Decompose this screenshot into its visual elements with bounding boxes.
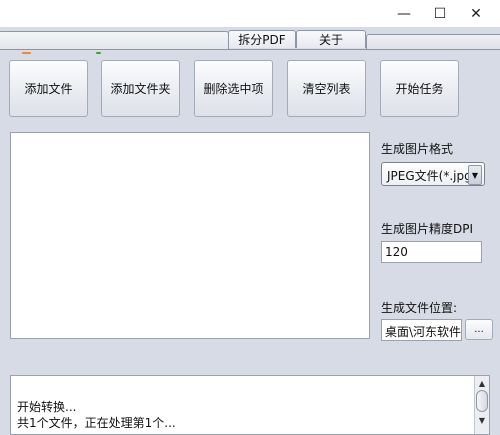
tab-main[interactable] [0,31,229,49]
log-line: 共1个文件，正在处理第1个... [17,416,176,430]
tab-overflow [366,34,500,49]
log-scrollbar[interactable]: ▲ ▼ [474,376,489,434]
maximize-icon[interactable]: ☐ [422,0,458,27]
format-select[interactable]: JPEG文件(*.jpg) ▼ [381,162,485,186]
tab-split-pdf[interactable]: 拆分PDF [228,30,296,48]
close-icon[interactable]: ✕ [458,0,494,27]
file-list[interactable] [10,132,370,339]
add-folder-button[interactable]: 添加文件夹 [101,60,180,117]
tab-about[interactable]: 关于 [296,30,366,48]
title-bar: — ☐ ✕ [0,0,500,27]
format-select-value: JPEG文件(*.jpg) [387,169,477,183]
dpi-input[interactable]: 120 [381,241,482,263]
accent-mark-green [96,52,101,54]
output-location-input[interactable]: 桌面\河东软件园 [381,319,462,341]
clear-list-button[interactable]: 清空列表 [287,60,366,117]
minimize-icon[interactable]: — [386,0,422,27]
scroll-up-icon[interactable]: ▲ [476,377,488,389]
chevron-down-icon[interactable]: ▼ [468,165,482,185]
start-task-button[interactable]: 开始任务 [380,60,459,117]
log-line: 开始转换... [17,400,77,414]
browse-button[interactable]: ... [465,319,493,340]
scroll-thumb[interactable] [476,390,488,412]
delete-selected-button[interactable]: 删除选中项 [194,60,273,117]
scroll-down-icon[interactable]: ▼ [476,414,488,426]
output-location-label: 生成文件位置: [381,301,458,315]
dpi-label: 生成图片精度DPI [381,222,474,236]
format-label: 生成图片格式 [381,142,454,156]
tab-strip: 拆分PDF 关于 [0,27,500,50]
log-area[interactable]: 开始转换... 共1个文件，正在处理第1个... ▲ ▼ [10,375,490,435]
add-file-button[interactable]: 添加文件 [9,60,88,117]
accent-mark-orange [22,52,31,54]
